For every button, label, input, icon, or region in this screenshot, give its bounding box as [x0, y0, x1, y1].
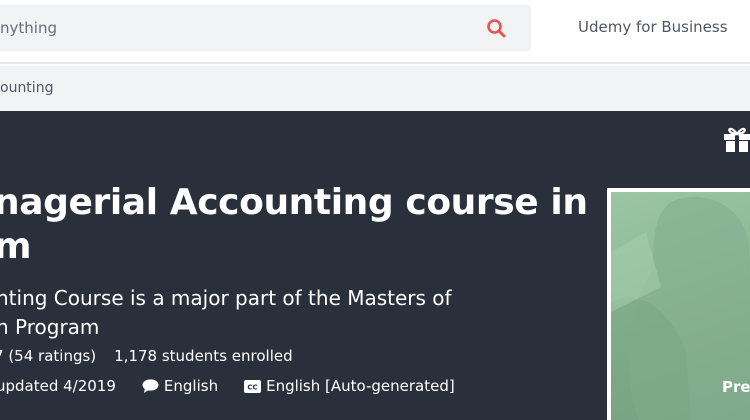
course-preview-image[interactable]: Pre — [611, 192, 750, 420]
course-subtitle-line: n Program — [0, 315, 100, 339]
breadcrumb-bar: ounting — [0, 66, 750, 111]
course-title-line: nagerial Accounting course in — [0, 182, 588, 223]
rating-value: 7 — [0, 347, 4, 365]
top-navigation-bar: nything Udemy for Business — [0, 0, 750, 64]
svg-text:CC: CC — [247, 383, 257, 391]
course-stats: 7 (54 ratings) 1,178 students enrolled — [0, 347, 293, 367]
students-enrolled: 1,178 students enrolled — [114, 347, 293, 365]
breadcrumb-link[interactable]: ounting — [0, 66, 53, 111]
course-preview-card[interactable]: Pre — [607, 188, 750, 420]
speech-bubble-icon — [142, 379, 159, 393]
search-input[interactable]: nything — [0, 5, 57, 51]
course-language-text: English — [163, 377, 219, 395]
course-subtitle-line: nting Course is a major part of the Mast… — [0, 286, 452, 310]
last-updated: updated 4/2019 — [0, 377, 116, 395]
course-hero: nagerial Accounting course in m nting Co… — [0, 111, 750, 420]
ratings-count[interactable]: (54 ratings) — [8, 347, 96, 365]
preview-course-label[interactable]: Pre — [722, 378, 750, 396]
search-bar[interactable]: nything — [0, 5, 531, 51]
course-subtitle: nting Course is a major part of the Mast… — [0, 284, 596, 342]
search-icon[interactable] — [486, 18, 506, 38]
last-updated-text: updated 4/2019 — [0, 377, 116, 395]
course-language: English — [142, 377, 218, 395]
closed-captions-icon: CC — [244, 379, 262, 393]
udemy-for-business-link[interactable]: Udemy for Business — [578, 18, 728, 36]
course-captions-text: English [Auto-generated] — [266, 377, 455, 395]
course-title-line: m — [0, 226, 32, 267]
course-captions: CC English [Auto-generated] — [244, 377, 455, 395]
course-meta: updated 4/2019 English CC English [Auto-… — [0, 376, 481, 396]
gift-icon[interactable] — [722, 125, 750, 153]
course-title: nagerial Accounting course in m — [0, 181, 594, 269]
